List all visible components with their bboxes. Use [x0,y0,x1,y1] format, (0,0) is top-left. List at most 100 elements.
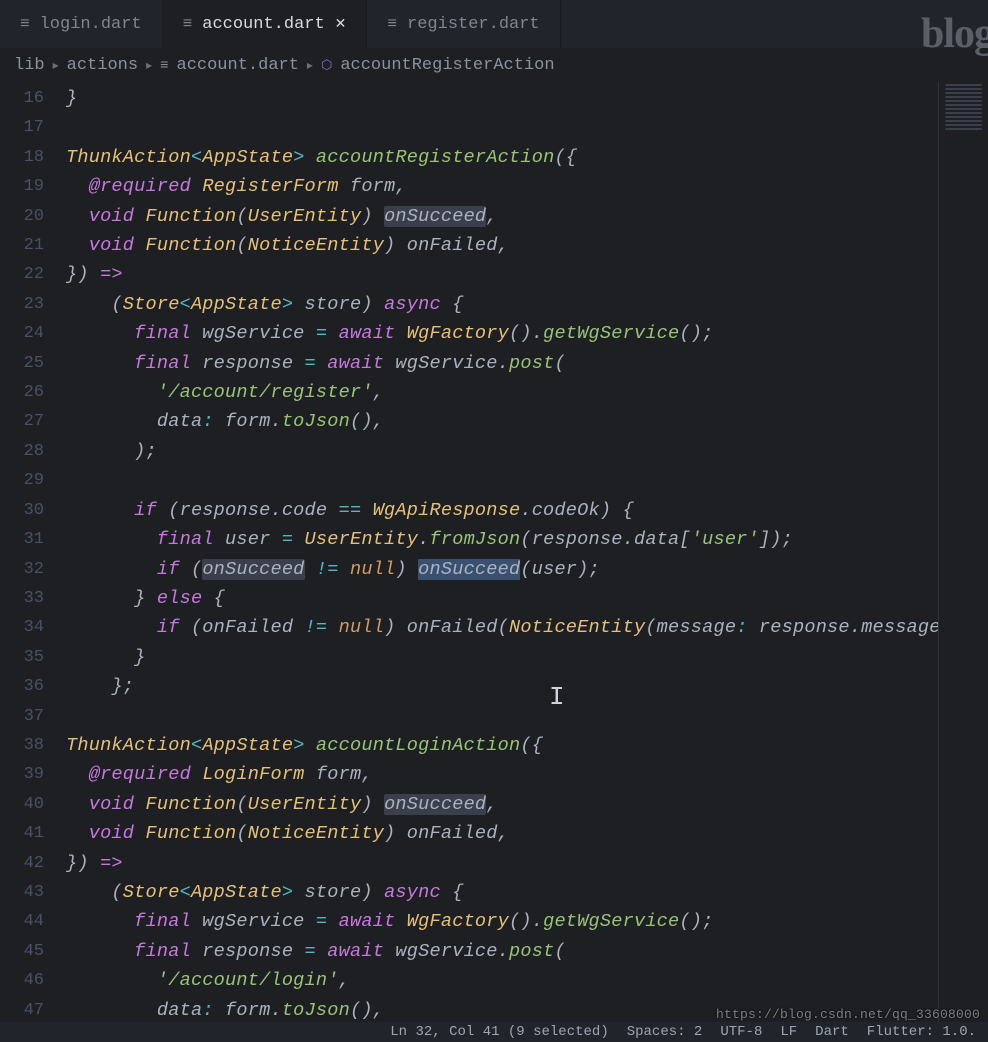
function-icon [321,56,332,75]
code-line[interactable]: if (onFailed != null) onFailed(NoticeEnt… [66,613,938,642]
line-number: 39 [0,760,44,789]
code-line[interactable]: void Function(NoticeEntity) onFailed, [66,231,938,260]
breadcrumbs[interactable]: lib ▸ actions ▸ account.dart ▸ accountRe… [0,48,988,82]
line-number: 16 [0,84,44,113]
line-number: 40 [0,790,44,819]
status-encoding[interactable]: UTF-8 [720,1024,762,1040]
minimap-slice [945,108,982,110]
selection: onSucceed [418,559,520,580]
minimap-slice [945,116,982,118]
line-number: 38 [0,731,44,760]
code-line[interactable]: } [66,84,938,113]
code-line[interactable]: @required LoginForm form, [66,760,938,789]
line-number: 33 [0,584,44,613]
line-number: 20 [0,202,44,231]
code-line[interactable]: } [66,643,938,672]
breadcrumb-file[interactable]: account.dart [177,56,299,75]
tab-account[interactable]: account.dart ✕ [163,0,368,48]
code-line[interactable]: final response = await wgService.post( [66,937,938,966]
line-number: 18 [0,143,44,172]
code-line[interactable]: data: form.toJson(), [66,407,938,436]
code-line[interactable] [66,113,938,142]
overlay-url: https://blog.csdn.net/qq_33608000 [716,1007,980,1022]
code-line[interactable]: void Function(UserEntity) onSucceed, [66,790,938,819]
status-cursor-pos[interactable]: Ln 32, Col 41 (9 selected) [390,1024,608,1040]
code-line[interactable]: ); [66,437,938,466]
minimap-slice [945,96,982,98]
chevron-right-icon: ▸ [146,58,152,73]
code-line[interactable]: final response = await wgService.post( [66,349,938,378]
tab-bar: login.dart account.dart ✕ register.dart [0,0,988,48]
line-number: 34 [0,613,44,642]
dart-file-icon [183,15,193,34]
line-number: 35 [0,643,44,672]
breadcrumb-symbol[interactable]: accountRegisterAction [340,56,554,75]
line-number: 37 [0,702,44,731]
code-line[interactable]: }) => [66,849,938,878]
line-number: 28 [0,437,44,466]
code-line[interactable]: }; [66,672,938,701]
status-eol[interactable]: LF [780,1024,797,1040]
breadcrumb-lib[interactable]: lib [14,56,45,75]
dart-file-icon [160,56,168,75]
line-number: 43 [0,878,44,907]
status-flutter[interactable]: Flutter: 1.0. [867,1024,976,1040]
code-line[interactable] [66,702,938,731]
status-language[interactable]: Dart [815,1024,849,1040]
code-line[interactable]: }) => [66,260,938,289]
line-number: 41 [0,819,44,848]
tab-label: register.dart [407,15,540,34]
minimap-slice [945,92,982,94]
line-number: 17 [0,113,44,142]
tab-login[interactable]: login.dart [0,0,163,48]
dart-file-icon [20,15,30,34]
minimap-slice [945,88,982,90]
tab-label: account.dart [202,15,324,34]
tab-label: login.dart [40,15,142,34]
line-number: 19 [0,172,44,201]
code-line[interactable]: final user = UserEntity.fromJson(respons… [66,525,938,554]
dart-file-icon [387,15,397,34]
minimap-slice [945,112,982,114]
line-gutter: 16 17 18 19 20 21 22 23 24 25 26 27 28 2… [0,82,66,1022]
chevron-right-icon: ▸ [53,58,59,73]
line-number: 36 [0,672,44,701]
status-spaces[interactable]: Spaces: 2 [627,1024,703,1040]
code-line[interactable] [66,466,938,495]
code-line[interactable]: void Function(UserEntity) onSucceed, [66,202,938,231]
code-line[interactable]: final wgService = await WgFactory().getW… [66,907,938,936]
close-icon[interactable]: ✕ [335,16,347,33]
code-line[interactable]: @required RegisterForm form, [66,172,938,201]
minimap[interactable] [938,82,988,1022]
editor[interactable]: 16 17 18 19 20 21 22 23 24 25 26 27 28 2… [0,82,988,1022]
tab-register[interactable]: register.dart [367,0,560,48]
code-line[interactable]: if (onSucceed != null) onSucceed(user); [66,555,938,584]
code-line[interactable]: } else { [66,584,938,613]
line-number: 42 [0,849,44,878]
code-line[interactable]: void Function(NoticeEntity) onFailed, [66,819,938,848]
breadcrumb-actions[interactable]: actions [67,56,138,75]
line-number: 29 [0,466,44,495]
line-number: 47 [0,996,44,1025]
line-number: 21 [0,231,44,260]
code-line[interactable]: '/account/register', [66,378,938,407]
minimap-slice [945,100,982,102]
line-number: 25 [0,349,44,378]
code-line[interactable]: (Store<AppState> store) async { [66,878,938,907]
line-number: 24 [0,319,44,348]
code-area[interactable]: } ThunkAction<AppState> accountRegisterA… [66,82,938,1022]
code-line[interactable]: if (response.code == WgApiResponse.codeO… [66,496,938,525]
minimap-slice [945,124,982,126]
line-number: 32 [0,555,44,584]
code-line[interactable]: ThunkAction<AppState> accountLoginAction… [66,731,938,760]
line-number: 22 [0,260,44,289]
code-line[interactable]: (Store<AppState> store) async { [66,290,938,319]
code-line[interactable]: '/account/login', [66,966,938,995]
code-line[interactable]: final wgService = await WgFactory().getW… [66,319,938,348]
chevron-right-icon: ▸ [307,58,313,73]
line-number: 23 [0,290,44,319]
code-line[interactable]: ThunkAction<AppState> accountRegisterAct… [66,143,938,172]
minimap-slice [945,84,982,86]
line-number: 31 [0,525,44,554]
line-number: 27 [0,407,44,436]
